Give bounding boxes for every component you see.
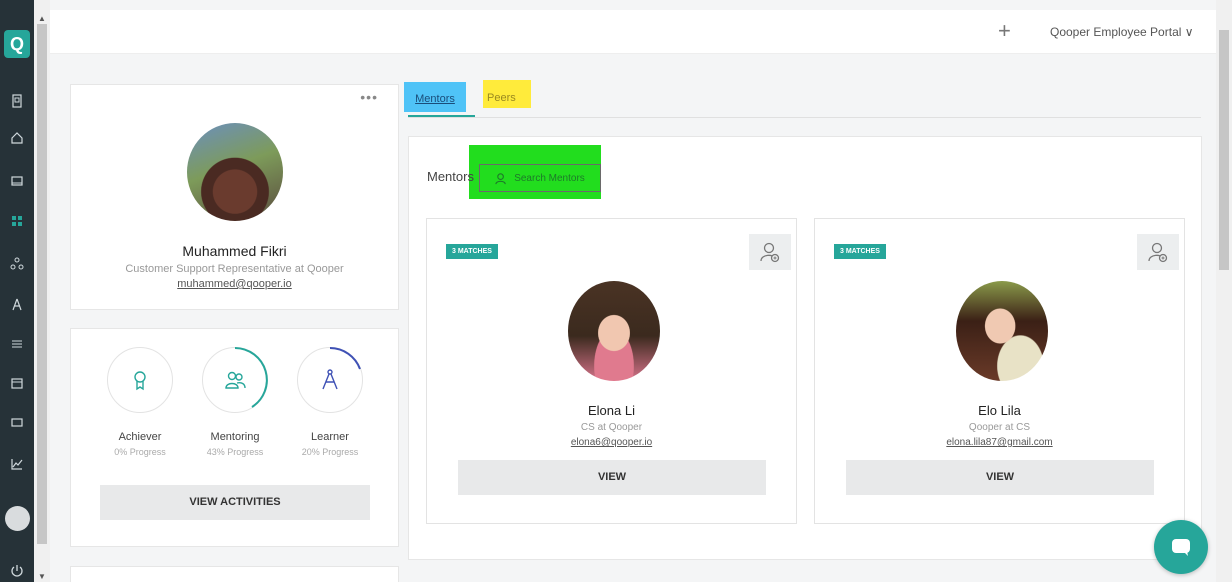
view-mentor-button[interactable]: VIEW bbox=[846, 460, 1154, 495]
mentor-name: Elo Lila bbox=[978, 403, 1021, 418]
chart-icon[interactable] bbox=[8, 455, 26, 473]
progress-ring bbox=[107, 347, 173, 413]
add-user-icon bbox=[1148, 242, 1168, 263]
inbox-icon[interactable] bbox=[8, 172, 26, 190]
chat-icon bbox=[1172, 539, 1190, 556]
mentor-card[interactable]: 3 MATCHES Elo Lila Qooper at CS elona.li… bbox=[814, 218, 1185, 524]
next-card bbox=[70, 566, 399, 582]
chevron-down-icon: ∨ bbox=[1184, 25, 1194, 39]
search-mentors-label: Search Mentors bbox=[514, 172, 585, 184]
add-user-icon bbox=[760, 242, 780, 263]
progress-card: Achiever 0% Progress Mentoring 43% Progr… bbox=[70, 328, 399, 547]
scroll-down-arrow-icon[interactable]: ▼ bbox=[38, 572, 46, 581]
add-mentor-button[interactable] bbox=[1137, 234, 1179, 270]
tab-peers[interactable]: Peers bbox=[483, 80, 531, 108]
progress-percent: 0% Progress bbox=[114, 447, 166, 457]
mentor-photo bbox=[956, 281, 1048, 381]
matches-badge: 3 MATCHES bbox=[834, 244, 886, 259]
progress-ring bbox=[202, 347, 268, 413]
add-icon[interactable]: + bbox=[998, 18, 1011, 44]
progress-label: Achiever bbox=[118, 431, 162, 443]
tabs-divider bbox=[408, 117, 1201, 118]
chat-button[interactable] bbox=[1154, 520, 1208, 574]
mentor-card[interactable]: 3 MATCHES Elona Li CS at Qooper elona6@q… bbox=[426, 218, 797, 524]
building-icon[interactable] bbox=[8, 92, 26, 110]
profile-avatar bbox=[187, 123, 283, 221]
mentors-section-title: Mentors bbox=[427, 169, 474, 184]
user-search-icon bbox=[495, 172, 506, 184]
mentor-role: CS at Qooper bbox=[580, 422, 643, 433]
progress-achiever[interactable]: Achiever 0% Progress bbox=[98, 347, 182, 457]
mentor-name: Elona Li bbox=[588, 403, 635, 418]
search-mentors-button[interactable]: Search Mentors bbox=[479, 164, 601, 192]
calendar-icon[interactable] bbox=[8, 374, 26, 392]
more-options-icon[interactable]: ••• bbox=[360, 89, 378, 105]
mentor-email[interactable]: elona.lila87@gmail.com bbox=[815, 437, 1184, 448]
mentors-panel: Mentors Search Mentors 3 MATCHES Elona L… bbox=[408, 136, 1202, 560]
progress-percent: 20% Progress bbox=[301, 447, 359, 457]
mentor-email[interactable]: elona6@qooper.io bbox=[427, 437, 796, 448]
add-mentor-button[interactable] bbox=[749, 234, 791, 270]
mentor-photo bbox=[568, 281, 660, 381]
progress-label: Learner bbox=[311, 431, 349, 443]
profile-role: Customer Support Representative at Qoope… bbox=[125, 263, 344, 275]
progress-label: Mentoring bbox=[210, 431, 260, 443]
progress-ring bbox=[297, 347, 363, 413]
qooper-logo[interactable]: Q bbox=[4, 30, 30, 58]
right-scrollbar[interactable] bbox=[1216, 0, 1232, 582]
award-icon bbox=[134, 371, 146, 391]
matches-badge: 3 MATCHES bbox=[446, 244, 498, 259]
portal-name: Qooper Employee Portal bbox=[1050, 25, 1182, 39]
progress-percent: 43% Progress bbox=[206, 447, 264, 457]
profile-card: ••• Muhammed Fikri Customer Support Repr… bbox=[70, 84, 399, 310]
home-icon[interactable] bbox=[8, 129, 26, 147]
left-scrollbar[interactable]: ▲ ▼ bbox=[34, 0, 50, 582]
network-icon[interactable] bbox=[8, 254, 26, 272]
portal-selector[interactable]: Qooper Employee Portal ∨ bbox=[1050, 25, 1194, 39]
view-activities-button[interactable]: VIEW ACTIVITIES bbox=[100, 485, 370, 520]
progress-mentoring[interactable]: Mentoring 43% Progress bbox=[193, 347, 277, 457]
people-grid-icon[interactable] bbox=[8, 212, 26, 230]
card-icon[interactable] bbox=[8, 413, 26, 431]
view-mentor-button[interactable]: VIEW bbox=[458, 460, 766, 495]
scrollbar-thumb[interactable] bbox=[1219, 30, 1229, 270]
power-icon[interactable] bbox=[9, 563, 25, 579]
mentor-role: Qooper at CS bbox=[968, 422, 1031, 433]
profile-name: Muhammed Fikri bbox=[182, 243, 287, 259]
left-nav: Q bbox=[0, 0, 34, 582]
top-bar: + Qooper Employee Portal ∨ bbox=[50, 10, 1216, 54]
scroll-up-arrow-icon[interactable]: ▲ bbox=[38, 14, 46, 23]
user-avatar-small[interactable] bbox=[5, 506, 30, 531]
list-icon[interactable] bbox=[8, 335, 26, 353]
tab-mentors[interactable]: Mentors bbox=[404, 82, 466, 112]
profile-email[interactable]: muhammed@qooper.io bbox=[71, 278, 398, 290]
scrollbar-thumb[interactable] bbox=[37, 24, 47, 544]
compass-icon[interactable] bbox=[8, 295, 26, 313]
progress-learner[interactable]: Learner 20% Progress bbox=[288, 347, 372, 457]
